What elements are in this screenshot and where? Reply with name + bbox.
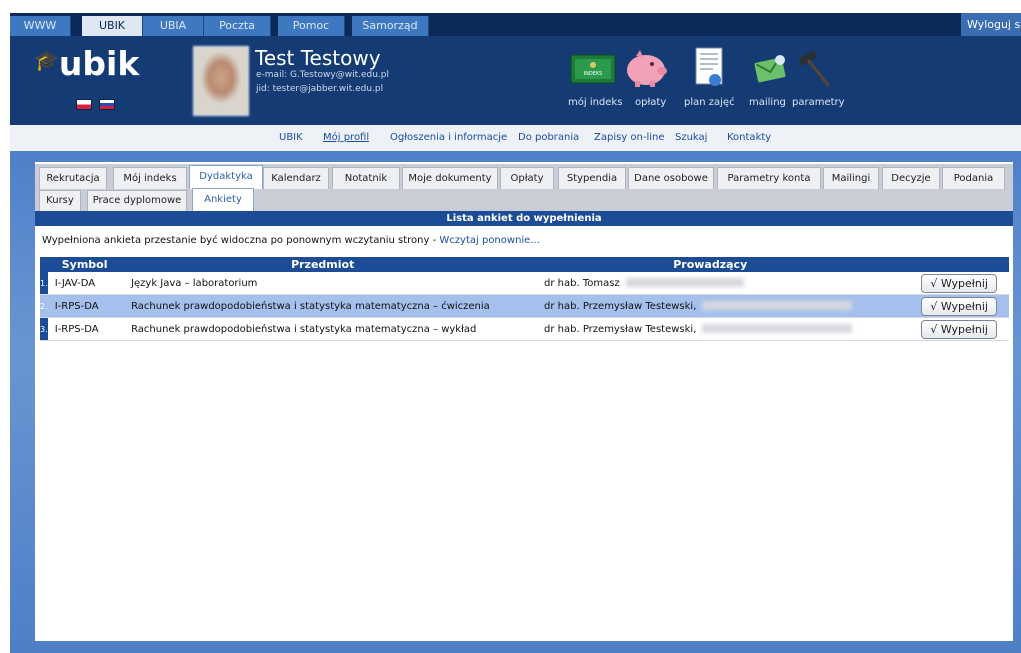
row-subject: Rachunek prawdopodobieństwa i statystyka… [131,317,508,341]
fill-survey-button[interactable]: √ Wypełnij [921,296,997,316]
redacted-teacher-detail [702,301,853,310]
tab-prace-dyplomowe[interactable]: Prace dyplomowe [87,190,187,211]
schedule-document-icon[interactable] [693,46,727,92]
nav-contacts[interactable]: Kontakty [727,132,771,143]
hammer-icon[interactable] [795,48,835,90]
row-teacher: dr hab. Przemysław Testewski, [507,317,914,341]
header-teacher: Prowadzący [507,257,914,272]
tab-parametry-konta[interactable]: Parametry konta [717,167,821,190]
user-photo [193,46,249,116]
quick-link-index[interactable]: mój indeks [568,97,622,108]
table-header-row: Symbol Przedmiot Prowadzący [40,257,1009,272]
tab-dane-osobowe[interactable]: Dane osobowe [628,167,714,190]
nav-ubik[interactable]: UBIK [279,132,303,143]
tab-ankiety[interactable]: Ankiety [192,188,254,211]
redacted-teacher-detail [625,278,744,287]
info-message: Wypełniona ankieta przestanie być widocz… [42,235,540,246]
top-tab-pomoc[interactable]: Pomoc [278,16,345,36]
row-symbol: I-JAV-DA [47,272,132,295]
top-bar: WWW UBIK UBIA Poczta Pomoc Samorząd Wylo… [10,13,1021,36]
teacher-name: dr hab. Przemysław Testewski, [544,323,697,335]
svg-text:INDEKS: INDEKS [584,71,603,77]
row-number: 2. [40,294,48,318]
nav-downloads[interactable]: Do pobrania [518,132,579,143]
top-tab-samorzad[interactable]: Samorząd [352,16,429,36]
logo-text: ubik [58,44,140,83]
survey-table: Symbol Przedmiot Prowadzący 1. I-JAV-DA … [40,257,1009,341]
user-jid: jid: tester@jabber.wit.edu.pl [256,84,384,94]
reload-link[interactable]: Wczytaj ponownie... [439,235,539,246]
tab-notatnik[interactable]: Notatnik [332,167,400,190]
header-subject: Przedmiot [131,257,508,272]
user-email: e-mail: G.Testowy@wit.edu.pl [256,70,389,80]
row-number: 3. [40,317,48,341]
row-teacher: dr hab. Tomasz [507,272,914,295]
header-actions [913,257,1009,272]
tab-kalendarz[interactable]: Kalendarz [263,167,329,190]
table-row[interactable]: 2. I-RPS-DA Rachunek prawdopodobieństwa … [40,294,1009,318]
table-row[interactable]: 1. I-JAV-DA Język Java – laboratorium dr… [40,272,1009,295]
header-symbol: Symbol [47,257,132,272]
quick-link-schedule[interactable]: plan zajęć [684,97,735,108]
tab-oplaty[interactable]: Opłaty [500,167,554,190]
user-name: Test Testowy [255,46,381,70]
flag-ru-icon[interactable] [99,99,115,110]
row-teacher: dr hab. Przemysław Testewski, [507,294,914,318]
fill-survey-button[interactable]: √ Wypełnij [921,273,997,293]
tab-podania[interactable]: Podania [942,167,1005,190]
table-row[interactable]: 3. I-RPS-DA Rachunek prawdopodobieństwa … [40,317,1009,341]
row-subject: Rachunek prawdopodobieństwa i statystyka… [131,294,508,318]
info-text: Wypełniona ankieta przestanie być widocz… [42,235,440,246]
row-subject: Język Java – laboratorium [131,272,508,295]
main-nav: UBIK Mój profil Ogłoszenia i informacje … [10,125,1021,152]
row-symbol: I-RPS-DA [47,294,132,318]
tab-row-secondary: Kursy Prace dyplomowe Ankiety [35,188,1013,211]
list-title-bar: Lista ankiet do wypełnienia [35,211,1013,226]
nav-announcements[interactable]: Ogłoszenia i informacje [390,132,507,143]
nav-search[interactable]: Szukaj [675,132,707,143]
row-action: √ Wypełnij [913,272,1009,295]
quick-link-parameters[interactable]: parametry [792,97,845,108]
header-number [40,257,48,272]
top-tab-poczta[interactable]: Poczta [204,16,271,36]
redacted-teacher-detail [702,324,853,333]
logout-link[interactable]: Wyloguj s [961,13,1021,36]
row-symbol: I-RPS-DA [47,317,132,341]
quick-link-payments[interactable]: opłaty [635,97,666,108]
ubik-logo[interactable]: 🎓ubik [34,44,139,83]
row-action: √ Wypełnij [913,294,1009,318]
tab-moj-indeks[interactable]: Mój indeks [113,167,187,190]
tab-kursy[interactable]: Kursy [39,190,81,211]
quick-link-mailing[interactable]: mailing [749,97,786,108]
graduation-cap-icon: 🎓 [34,48,59,72]
tab-rekrutacja[interactable]: Rekrutacja [39,167,107,190]
teacher-name: dr hab. Tomasz [544,277,620,289]
flag-pl-icon[interactable] [76,99,92,110]
header: 🎓ubik Test Testowy e-mail: G.Testowy@wit… [10,36,1021,125]
top-tab-ubik[interactable]: UBIK [82,16,143,36]
teacher-name: dr hab. Przemysław Testewski, [544,300,697,312]
tab-dydaktyka[interactable]: Dydaktyka [189,165,263,190]
top-tab-ubia[interactable]: UBIA [143,16,204,36]
index-card-icon[interactable]: INDEKS [569,51,617,87]
tab-row-primary: Rekrutacja Mój indeks Dydaktyka Kalendar… [35,164,1013,190]
row-action: √ Wypełnij [913,317,1009,341]
nav-online-enrollment[interactable]: Zapisy on-line [594,132,665,143]
tab-moje-dokumenty[interactable]: Moje dokumenty [402,167,498,190]
tab-stypendia[interactable]: Stypendia [558,167,626,190]
row-number: 1. [40,272,48,295]
mailing-icon[interactable] [750,50,790,86]
piggy-bank-icon[interactable] [622,46,670,90]
tab-decyzje[interactable]: Decyzje [882,167,940,190]
top-tab-www[interactable]: WWW [10,16,71,36]
tab-mailingi[interactable]: Mailingi [823,167,879,190]
content-panel: Rekrutacja Mój indeks Dydaktyka Kalendar… [35,162,1013,641]
nav-my-profile[interactable]: Mój profil [323,132,369,143]
fill-survey-button[interactable]: √ Wypełnij [921,319,997,339]
